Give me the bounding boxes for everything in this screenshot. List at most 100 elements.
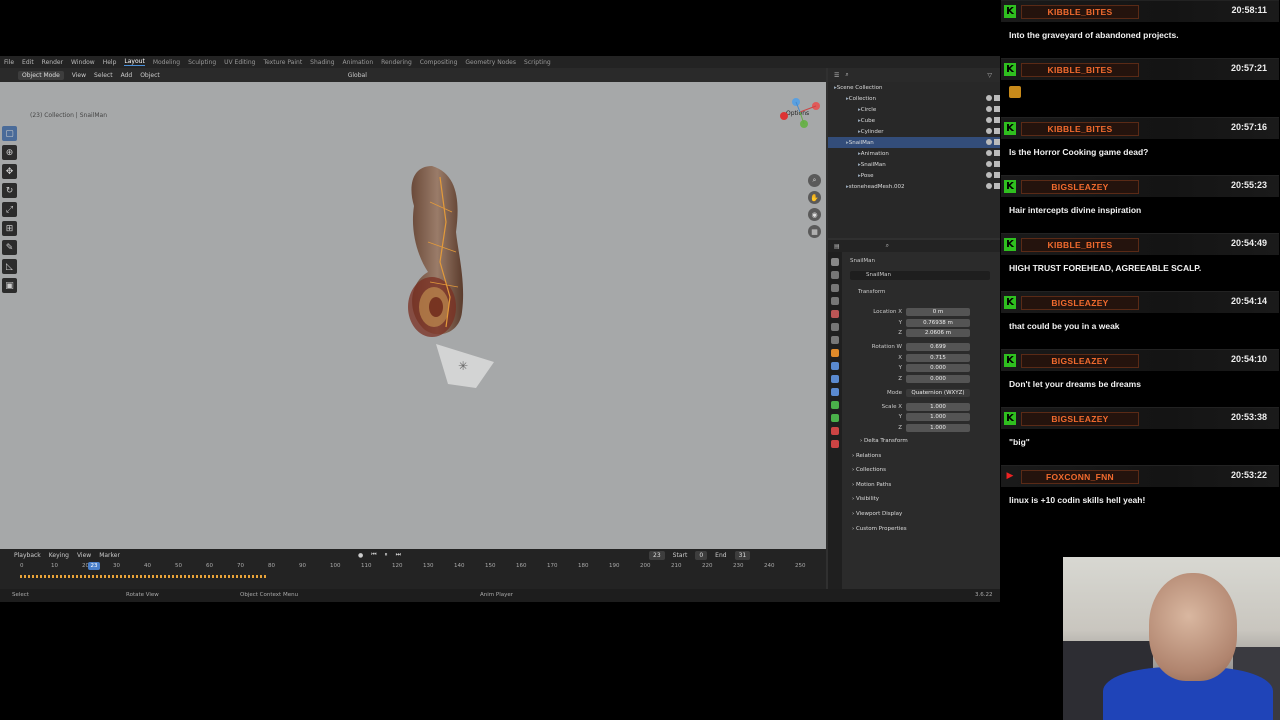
object-tab-icon[interactable] [831, 349, 839, 357]
search-icon[interactable]: ⌕ [886, 242, 889, 250]
playhead[interactable]: 23 [88, 562, 100, 570]
camera-icon[interactable]: ◉ [808, 208, 821, 221]
visibility-eye-icon[interactable] [986, 172, 992, 178]
tool-tab-icon[interactable] [831, 258, 839, 266]
output-tab-icon[interactable] [831, 284, 839, 292]
timeline-ruler[interactable]: 0 10 20 30 40 50 60 70 80 90 100 110 120 130 140 150 160… [0, 563, 826, 573]
chat-username[interactable]: BIGSLEAZEY [1021, 296, 1139, 310]
field-value[interactable]: Quaternion (WXYZ) [906, 389, 970, 397]
particles-tab-icon[interactable] [831, 375, 839, 383]
field-value[interactable]: 0 m [906, 308, 970, 316]
zoom-icon[interactable]: ⌕ [808, 174, 821, 187]
collection-tab-icon[interactable] [831, 336, 839, 344]
field-value[interactable]: 2.0606 m [906, 329, 970, 337]
workspace-tab-3[interactable]: UV Editing [224, 59, 255, 66]
panel-header[interactable]: › Visibility [852, 496, 879, 502]
panel-header[interactable]: › Relations [852, 453, 881, 459]
jump-start-icon[interactable]: ⏮ [371, 551, 376, 559]
select-menu[interactable]: Select [94, 72, 113, 79]
chat-username[interactable]: KIBBLE_BITES [1021, 238, 1139, 252]
view-menu[interactable]: View [72, 72, 86, 79]
menu-0[interactable]: File [4, 59, 14, 66]
3d-viewport[interactable]: (23) Collection | SnailMan Options ▢ ⊕ ✥… [0, 82, 826, 549]
workspace-tab-2[interactable]: Sculpting [188, 59, 216, 66]
menu-1[interactable]: Edit [22, 59, 34, 66]
workspace-tab-4[interactable]: Texture Paint [263, 59, 302, 66]
visibility-eye-icon[interactable] [986, 139, 992, 145]
field-value[interactable]: 1.000 [906, 424, 970, 432]
outliner-row[interactable]: ▸ Collection [828, 93, 1000, 104]
pan-hand-icon[interactable]: ✋ [808, 191, 821, 204]
workspace-tab-1[interactable]: Modeling [153, 59, 180, 66]
navigation-gizmo[interactable] [780, 98, 820, 128]
outliner-row[interactable]: ▸ Cube [828, 115, 1000, 126]
panel-header[interactable]: › Delta Transform [860, 438, 908, 444]
orientation-dropdown[interactable]: Global [348, 72, 367, 79]
outliner-row[interactable]: ▸ Animation [828, 148, 1000, 159]
play-icon[interactable]: ⏸ [385, 551, 388, 559]
keying-menu[interactable]: Keying [49, 552, 69, 559]
workspace-tab-10[interactable]: Scripting [524, 59, 551, 66]
visibility-eye-icon[interactable] [986, 150, 992, 156]
object-name-field[interactable]: SnailMan [850, 271, 990, 280]
editor-type-icon[interactable]: ▤ [834, 243, 840, 250]
data-tab-icon[interactable] [831, 414, 839, 422]
panel-header[interactable]: › Viewport Display [852, 511, 902, 517]
chat-username[interactable]: BIGSLEAZEY [1021, 180, 1139, 194]
search-icon[interactable]: ⌕ [845, 71, 848, 79]
material-tab-icon[interactable] [831, 427, 839, 435]
record-icon[interactable]: ● [358, 552, 363, 559]
panel-header[interactable]: › Collections [852, 467, 886, 473]
panel-header[interactable]: › Custom Properties [852, 526, 907, 532]
constraints-tab-icon[interactable] [831, 401, 839, 409]
chat-username[interactable]: KIBBLE_BITES [1021, 63, 1139, 77]
view-layer-tab-icon[interactable] [831, 297, 839, 305]
chat-username[interactable]: FOXCONN_FNN [1021, 470, 1139, 484]
workspace-tab-9[interactable]: Geometry Nodes [465, 59, 516, 66]
view-menu[interactable]: View [77, 552, 91, 559]
visibility-eye-icon[interactable] [986, 183, 992, 189]
physics-tab-icon[interactable] [831, 388, 839, 396]
field-value[interactable]: 1.000 [906, 413, 970, 421]
visibility-eye-icon[interactable] [986, 117, 992, 123]
jump-end-icon[interactable]: ⏭ [396, 551, 401, 559]
workspace-tab-6[interactable]: Animation [343, 59, 374, 66]
mode-dropdown[interactable]: Object Mode [18, 70, 64, 80]
field-value[interactable]: 0.000 [906, 375, 970, 383]
outliner-row[interactable]: ▸ Cylinder [828, 126, 1000, 137]
playback-menu[interactable]: Playback [14, 552, 41, 559]
end-frame-field[interactable]: 31 [734, 550, 751, 560]
workspace-tab-0[interactable]: Layout [124, 58, 145, 66]
marker-menu[interactable]: Marker [99, 552, 120, 559]
chat-username[interactable]: BIGSLEAZEY [1021, 412, 1139, 426]
workspace-tab-5[interactable]: Shading [310, 59, 334, 66]
workspace-tab-7[interactable]: Rendering [381, 59, 412, 66]
display-mode-icon[interactable]: ☰ [834, 72, 839, 79]
current-frame-field[interactable]: 23 [649, 550, 665, 560]
chat-username[interactable]: KIBBLE_BITES [1021, 122, 1139, 136]
visibility-eye-icon[interactable] [986, 161, 992, 167]
field-value[interactable]: 0.000 [906, 364, 970, 372]
outliner-row[interactable]: ▸ Pose [828, 170, 1000, 181]
outliner-row[interactable]: ▸ stoneheadMesh.002 [828, 181, 1000, 192]
field-value[interactable]: 0.715 [906, 354, 970, 362]
keyframe-strip[interactable] [20, 575, 266, 578]
outliner-row[interactable]: ▸ Circle [828, 104, 1000, 115]
chat-username[interactable]: BIGSLEAZEY [1021, 354, 1139, 368]
render-tab-icon[interactable] [831, 271, 839, 279]
menu-4[interactable]: Help [103, 59, 117, 66]
outliner-row[interactable]: ▸ SnailMan [828, 159, 1000, 170]
chat-username[interactable]: KIBBLE_BITES [1021, 5, 1139, 19]
field-value[interactable]: 0.76938 m [906, 319, 970, 327]
field-value[interactable]: 1.000 [906, 403, 970, 411]
field-value[interactable]: 0.699 [906, 343, 970, 351]
visibility-eye-icon[interactable] [986, 128, 992, 134]
menu-3[interactable]: Window [71, 59, 95, 66]
add-menu[interactable]: Add [121, 72, 133, 79]
snailman-model[interactable] [408, 166, 464, 337]
outliner-row[interactable]: ▸ Scene Collection [828, 82, 1000, 93]
start-frame-field[interactable]: 0 [695, 550, 708, 560]
world-tab-icon[interactable] [831, 323, 839, 331]
transform-panel-header[interactable]: Transform [858, 289, 885, 295]
modifier-tab-icon[interactable] [831, 362, 839, 370]
